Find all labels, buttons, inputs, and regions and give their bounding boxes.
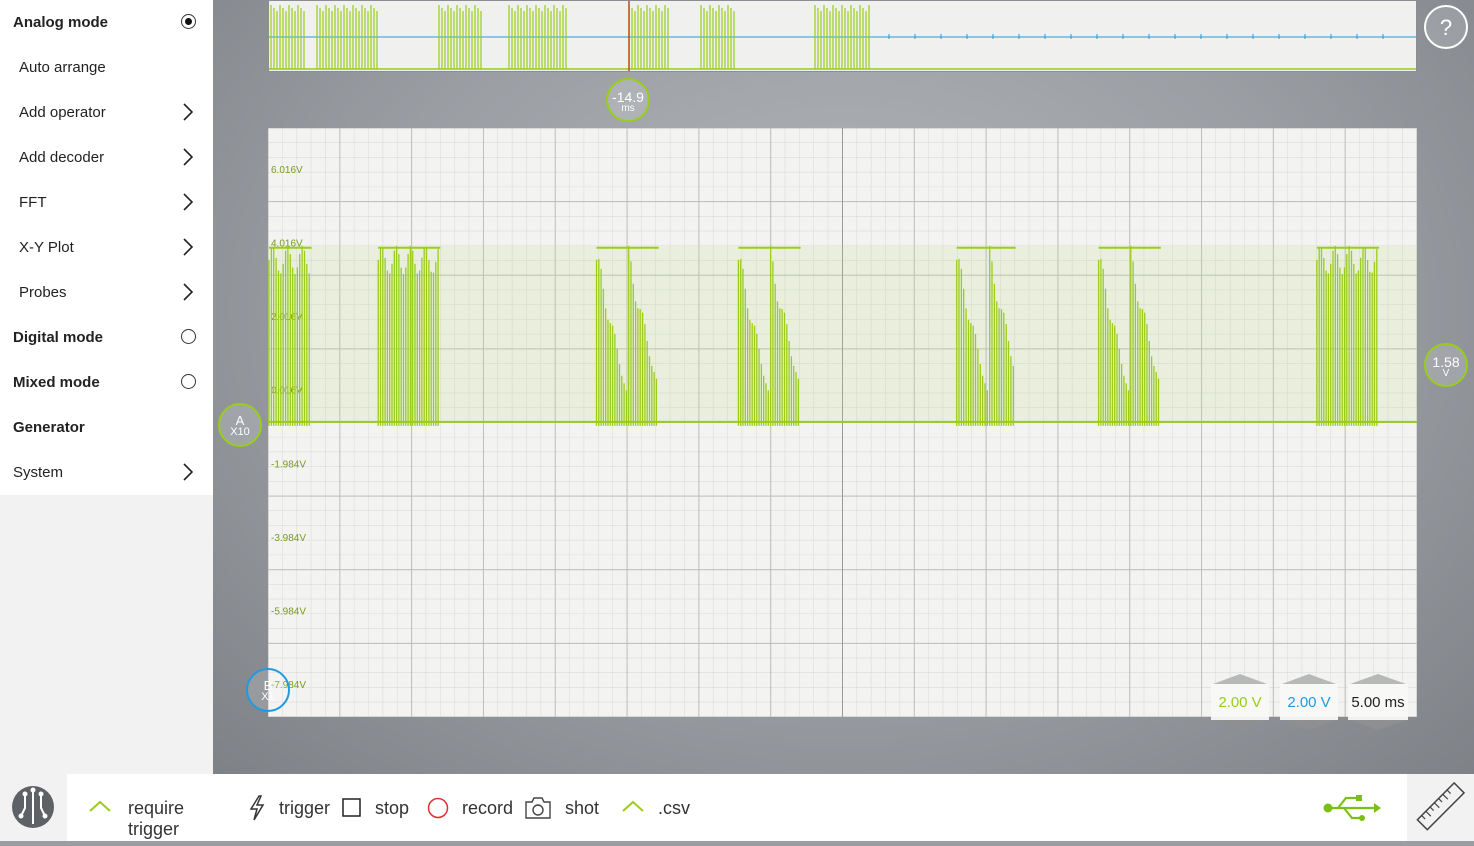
channel-b-probe: X1 xyxy=(261,691,275,703)
sidebar-item-fft[interactable]: FFT xyxy=(0,180,213,225)
sidebar-item-generator[interactable]: Generator xyxy=(0,405,213,450)
signal-burst-path xyxy=(1316,245,1378,426)
channel-a-probe: X10 xyxy=(230,426,250,438)
time-cursor-handle[interactable]: -14.9 ms xyxy=(606,78,650,122)
ch-a-scale[interactable]: 2.00 V xyxy=(1211,674,1269,730)
chevron-right-icon xyxy=(183,238,193,256)
scope-waveform: 6.016V4.016V2.016V0.016V-1.984V-3.984V-5… xyxy=(267,127,1418,718)
radio-icon[interactable] xyxy=(181,374,196,389)
ch-b-scale-value: 2.00 V xyxy=(1287,693,1331,711)
chevron-up-icon xyxy=(622,800,644,812)
chevron-up-icon xyxy=(89,800,111,812)
volt-label: -1.984V xyxy=(271,459,306,470)
usb-status xyxy=(1322,792,1382,824)
time-cursor-unit: ms xyxy=(621,103,635,114)
overview-burst xyxy=(438,5,482,69)
trigger-level-handle[interactable]: 1.58 V xyxy=(1424,343,1468,387)
bottom-toolbar: require trigger trigger stop record shot… xyxy=(67,774,1407,841)
help-icon: ? xyxy=(1439,15,1453,40)
chevron-right-icon xyxy=(183,283,193,301)
trigger-label: trigger xyxy=(279,798,331,818)
trigger-level-unit: V xyxy=(1442,368,1450,379)
app-logo-icon xyxy=(12,786,54,828)
require-trigger-label: require trigger xyxy=(128,798,185,839)
sidebar-item-add-operator[interactable]: Add operator xyxy=(0,90,213,135)
channel-b-handle[interactable]: B X1 xyxy=(246,668,290,712)
sidebar-item-label: Generator xyxy=(13,419,85,436)
sidebar-item-add-decoder[interactable]: Add decoder xyxy=(0,135,213,180)
chevron-right-icon xyxy=(183,463,193,481)
radio-icon[interactable] xyxy=(181,14,196,29)
shot-button[interactable]: shot xyxy=(524,774,604,841)
app-logo[interactable] xyxy=(0,774,67,841)
channel-a-handle[interactable]: A X10 xyxy=(218,403,262,447)
time-cursor-value: -14.9 xyxy=(612,89,644,105)
ch-b-scale[interactable]: 2.00 V xyxy=(1280,674,1338,730)
trigger-level-value: 1.58 xyxy=(1432,354,1460,370)
volt-label: -5.984V xyxy=(271,607,306,618)
chevron-right-icon xyxy=(183,148,193,166)
require-trigger-toggle[interactable]: require trigger xyxy=(87,774,237,841)
signal-burst-path xyxy=(377,245,439,426)
sidebar-item-system[interactable]: System xyxy=(0,450,213,495)
record-label: record xyxy=(462,798,514,818)
stop-button[interactable]: stop xyxy=(342,774,412,841)
ch-a-scale-value: 2.00 V xyxy=(1218,693,1262,711)
sidebar-item-analog-mode[interactable]: Analog mode xyxy=(0,0,213,45)
sidebar-item-mixed-mode[interactable]: Mixed mode xyxy=(0,360,213,405)
overview-burst xyxy=(316,5,378,69)
csv-toggle[interactable]: .csv xyxy=(620,774,700,841)
volt-label: -3.984V xyxy=(271,533,306,544)
overview-waveform xyxy=(269,1,1416,71)
overview-strip[interactable] xyxy=(268,0,1417,72)
signal-band xyxy=(268,245,1417,422)
lightning-icon xyxy=(249,795,265,821)
sidebar-item-x-y-plot[interactable]: X-Y Plot xyxy=(0,225,213,270)
chevron-right-icon xyxy=(183,193,193,211)
record-circle-icon xyxy=(427,797,449,819)
sidebar: Analog mode Auto arrange Add operator Add d… xyxy=(0,0,213,774)
chevron-right-icon xyxy=(183,103,193,121)
trigger-button[interactable]: trigger xyxy=(248,774,331,841)
scope-display[interactable]: 6.016V 4.016V 2.016V 0.016V -1.984V -3.984V -5… xyxy=(267,127,1418,718)
stop-label: stop xyxy=(375,798,410,818)
sidebar-item-probes[interactable]: Probes xyxy=(0,270,213,315)
shot-label: shot xyxy=(565,798,600,818)
time-scale[interactable]: 5.00 ms xyxy=(1348,674,1408,730)
time-scale-value: 5.00 ms xyxy=(1351,693,1405,711)
camera-icon xyxy=(525,797,551,819)
sidebar-item-label: Auto arrange xyxy=(19,59,106,76)
ruler-icon xyxy=(1416,781,1466,831)
measure-button[interactable] xyxy=(1407,774,1474,841)
sidebar-item-digital-mode[interactable]: Digital mode xyxy=(0,315,213,360)
stop-square-icon xyxy=(342,798,361,817)
volt-label: 6.016V xyxy=(271,165,303,176)
csv-label: .csv xyxy=(658,798,691,818)
radio-icon[interactable] xyxy=(181,329,196,344)
sidebar-item-auto-arrange[interactable]: Auto arrange xyxy=(0,45,213,90)
record-button[interactable]: record xyxy=(427,774,514,841)
usb-icon xyxy=(1323,795,1381,821)
help-button[interactable]: ? xyxy=(1424,5,1468,49)
